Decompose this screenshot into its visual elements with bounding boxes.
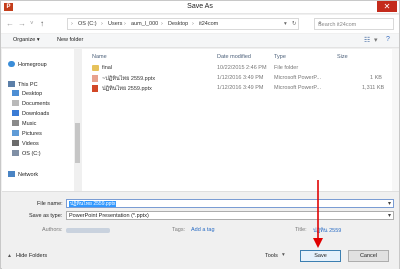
desktop-icon: [12, 90, 19, 96]
file-size: 1,311 KB: [362, 85, 385, 91]
cancel-button[interactable]: Cancel: [348, 250, 389, 262]
powerpoint-file-icon: [92, 85, 98, 92]
file-row[interactable]: final 10/22/2015 2:46 PM File folder: [86, 64, 386, 73]
close-button[interactable]: ✕: [377, 1, 397, 12]
breadcrumb-separator: ›: [192, 21, 194, 27]
title-bar: P Save As ✕: [1, 1, 399, 14]
collapse-caret-icon: ▲: [7, 253, 12, 259]
tools-menu[interactable]: Tools: [265, 253, 278, 259]
file-name: ปฏิทินไทย 2559.pptx: [102, 86, 152, 92]
sidebar-item-desktop[interactable]: Desktop: [12, 90, 42, 99]
hide-folders-toggle[interactable]: ▲ Hide Folders: [7, 253, 47, 259]
new-folder-button[interactable]: New folder: [57, 37, 83, 43]
back-arrow-icon[interactable]: ←: [6, 20, 14, 28]
file-type: File folder: [274, 65, 299, 71]
sidebar-scrollbar[interactable]: [74, 49, 81, 191]
help-icon[interactable]: ?: [386, 36, 390, 43]
file-date: 1/12/2016 3:49 PM: [217, 75, 264, 81]
sidebar-item-music[interactable]: Music: [12, 120, 36, 129]
file-name: ~ปฏิทินไทย 2559.pptx: [102, 76, 156, 82]
file-name-input[interactable]: ปฏิทินไทย 2559.pptx ▾: [66, 199, 394, 208]
refresh-icon[interactable]: ↻: [292, 21, 297, 27]
breadcrumb-separator: ›: [101, 21, 103, 27]
sidebar-item-os-c[interactable]: OS (C:): [12, 150, 41, 159]
authors-label: Authors:: [42, 227, 63, 233]
breadcrumb-os-c[interactable]: OS (C:): [78, 21, 97, 27]
documents-icon: [12, 100, 19, 106]
file-name-value: ปฏิทินไทย 2559.pptx: [69, 201, 117, 207]
window-title: Save As: [187, 3, 213, 10]
breadcrumb-separator: ›: [71, 21, 73, 27]
network-icon: [8, 171, 15, 177]
column-header-type[interactable]: Type: [274, 54, 286, 60]
sidebar-item-this-pc[interactable]: This PC: [8, 81, 38, 90]
authors-value-redacted[interactable]: [66, 228, 110, 233]
file-type: Microsoft PowerP...: [274, 85, 321, 91]
column-header-name[interactable]: Name: [92, 54, 107, 60]
file-row[interactable]: ~ปฏิทินไทย 2559.pptx 1/12/2016 3:49 PM M…: [86, 74, 386, 83]
tags-label: Tags:: [172, 227, 186, 233]
title-value[interactable]: ปฏิทิน 2559: [313, 227, 341, 235]
chevron-down-icon[interactable]: ▾: [388, 200, 391, 207]
file-list: Name Date modified Type Size final 10/22…: [82, 49, 399, 191]
file-size: 1 KB: [370, 75, 382, 81]
save-type-select[interactable]: PowerPoint Presentation (*.pptx) ▾: [66, 211, 394, 220]
powerpoint-file-icon: [92, 75, 98, 82]
sidebar-item-downloads[interactable]: Downloads: [12, 110, 49, 119]
file-name: final: [102, 65, 113, 71]
column-header-date[interactable]: Date modified: [217, 54, 251, 60]
up-arrow-icon[interactable]: ↑: [40, 20, 44, 28]
column-header-size[interactable]: Size: [337, 54, 348, 60]
file-list-scrollbar[interactable]: [392, 49, 399, 191]
drive-icon: [12, 150, 19, 156]
downloads-icon: [12, 110, 19, 116]
save-as-dialog: P Save As ✕ ← → ˅ ↑ › OS (C:) › Users › …: [0, 0, 400, 269]
breadcrumb-separator: ›: [124, 21, 126, 27]
breadcrumb-it24com[interactable]: it24com: [199, 21, 218, 27]
address-bar[interactable]: › OS (C:) › Users › aum_l_000 › Desktop …: [67, 18, 299, 30]
view-options-icon[interactable]: ☷: [364, 36, 370, 44]
folder-icon: [92, 65, 99, 71]
file-row[interactable]: ปฏิทินไทย 2559.pptx 1/12/2016 3:49 PM Mi…: [86, 84, 386, 93]
recent-locations-icon[interactable]: ˅: [30, 20, 34, 28]
computer-icon: [8, 81, 15, 87]
breadcrumb-users[interactable]: Users: [108, 21, 122, 27]
breadcrumb-separator: ›: [161, 21, 163, 27]
sidebar-item-videos[interactable]: Videos: [12, 140, 39, 149]
sidebar-item-homegroup[interactable]: Homegroup: [8, 61, 47, 70]
add-tag-link[interactable]: Add a tag: [191, 227, 215, 233]
save-options-panel: File name: ปฏิทินไทย 2559.pptx ▾ Save as…: [2, 191, 399, 269]
title-label: Title:: [295, 227, 307, 233]
search-box[interactable]: Search it24com ⌕: [314, 18, 394, 30]
sidebar-item-network[interactable]: Network: [8, 171, 38, 180]
pictures-icon: [12, 130, 19, 136]
sidebar-item-documents[interactable]: Documents: [12, 100, 50, 109]
command-bar: Organize ▾ New folder ☷ ▾ ?: [1, 34, 399, 48]
music-icon: [12, 120, 19, 126]
navigation-pane: Homegroup This PC Desktop Documents Down…: [2, 49, 81, 191]
save-type-label: Save as type:: [29, 213, 63, 219]
search-icon: ⌕: [318, 20, 322, 27]
save-button[interactable]: Save: [300, 250, 341, 262]
homegroup-icon: [8, 61, 15, 67]
file-date: 1/12/2016 3:49 PM: [217, 85, 264, 91]
file-type: Microsoft PowerP...: [274, 75, 321, 81]
view-dropdown-icon[interactable]: ▾: [374, 36, 378, 44]
breadcrumb-user[interactable]: aum_l_000: [131, 21, 158, 27]
file-date: 10/22/2015 2:46 PM: [217, 65, 267, 71]
sidebar-item-pictures[interactable]: Pictures: [12, 130, 42, 139]
chevron-down-icon: ▾: [387, 213, 391, 219]
address-dropdown-icon[interactable]: ▾: [284, 21, 287, 27]
sidebar-scrollbar-thumb[interactable]: [75, 123, 80, 163]
organize-menu[interactable]: Organize ▾: [13, 37, 40, 43]
address-row: ← → ˅ ↑ › OS (C:) › Users › aum_l_000 › …: [1, 15, 399, 33]
breadcrumb-desktop[interactable]: Desktop: [168, 21, 188, 27]
file-name-label: File name:: [37, 201, 63, 207]
save-type-value: PowerPoint Presentation (*.pptx): [69, 213, 149, 219]
videos-icon: [12, 140, 19, 146]
tools-dropdown-icon[interactable]: ▾: [282, 252, 285, 258]
forward-arrow-icon[interactable]: →: [18, 20, 26, 28]
